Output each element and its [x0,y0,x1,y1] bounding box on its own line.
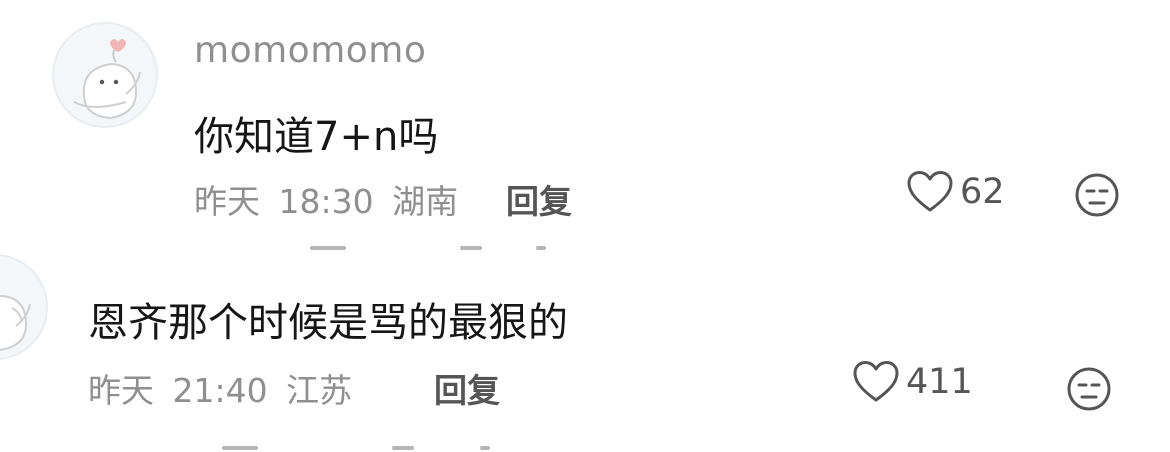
like-button[interactable]: 62 [906,170,1005,214]
unamused-face-icon [1067,367,1111,411]
reply-button[interactable]: 回复 [506,175,572,223]
unamused-face-icon [1075,173,1119,217]
comment-date: 昨天 [194,182,260,221]
comment-location: 江苏 [286,371,353,410]
cartoon-avatar-icon [73,39,141,120]
comment-location: 湖南 [392,182,459,221]
comment-text: 你知道7+n吗 [194,114,439,160]
emoji-reaction-button[interactable] [1074,172,1120,222]
comment-username[interactable]: momomomo [194,30,426,71]
heart-icon [907,171,953,212]
comment-item: momomomo 你知道7+n吗 昨天 18:30 湖南 回复 62 [0,0,1170,250]
comment-meta: 昨天 21:40 江苏 [88,364,352,412]
comment-text: 恩齐那个时候是骂的最狠的 [88,300,568,346]
reply-button[interactable]: 回复 [434,364,500,412]
user-avatar[interactable] [52,22,158,128]
user-avatar[interactable] [0,254,48,360]
cartoon-avatar-icon [0,294,31,352]
heart-icon [853,361,899,402]
comment-date: 昨天 [88,371,154,410]
like-count: 62 [960,172,1005,212]
like-button[interactable]: 411 [852,360,973,404]
comment-item: 恩齐那个时候是骂的最狠的 昨天 21:40 江苏 回复 411 [0,240,1170,451]
collapsed-content-peek [222,446,502,452]
comment-time: 21:40 [172,371,268,410]
comment-meta: 昨天 18:30 湖南 [194,175,458,223]
comment-time: 18:30 [278,182,374,221]
emoji-reaction-button[interactable] [1066,366,1112,416]
like-count: 411 [906,362,973,402]
